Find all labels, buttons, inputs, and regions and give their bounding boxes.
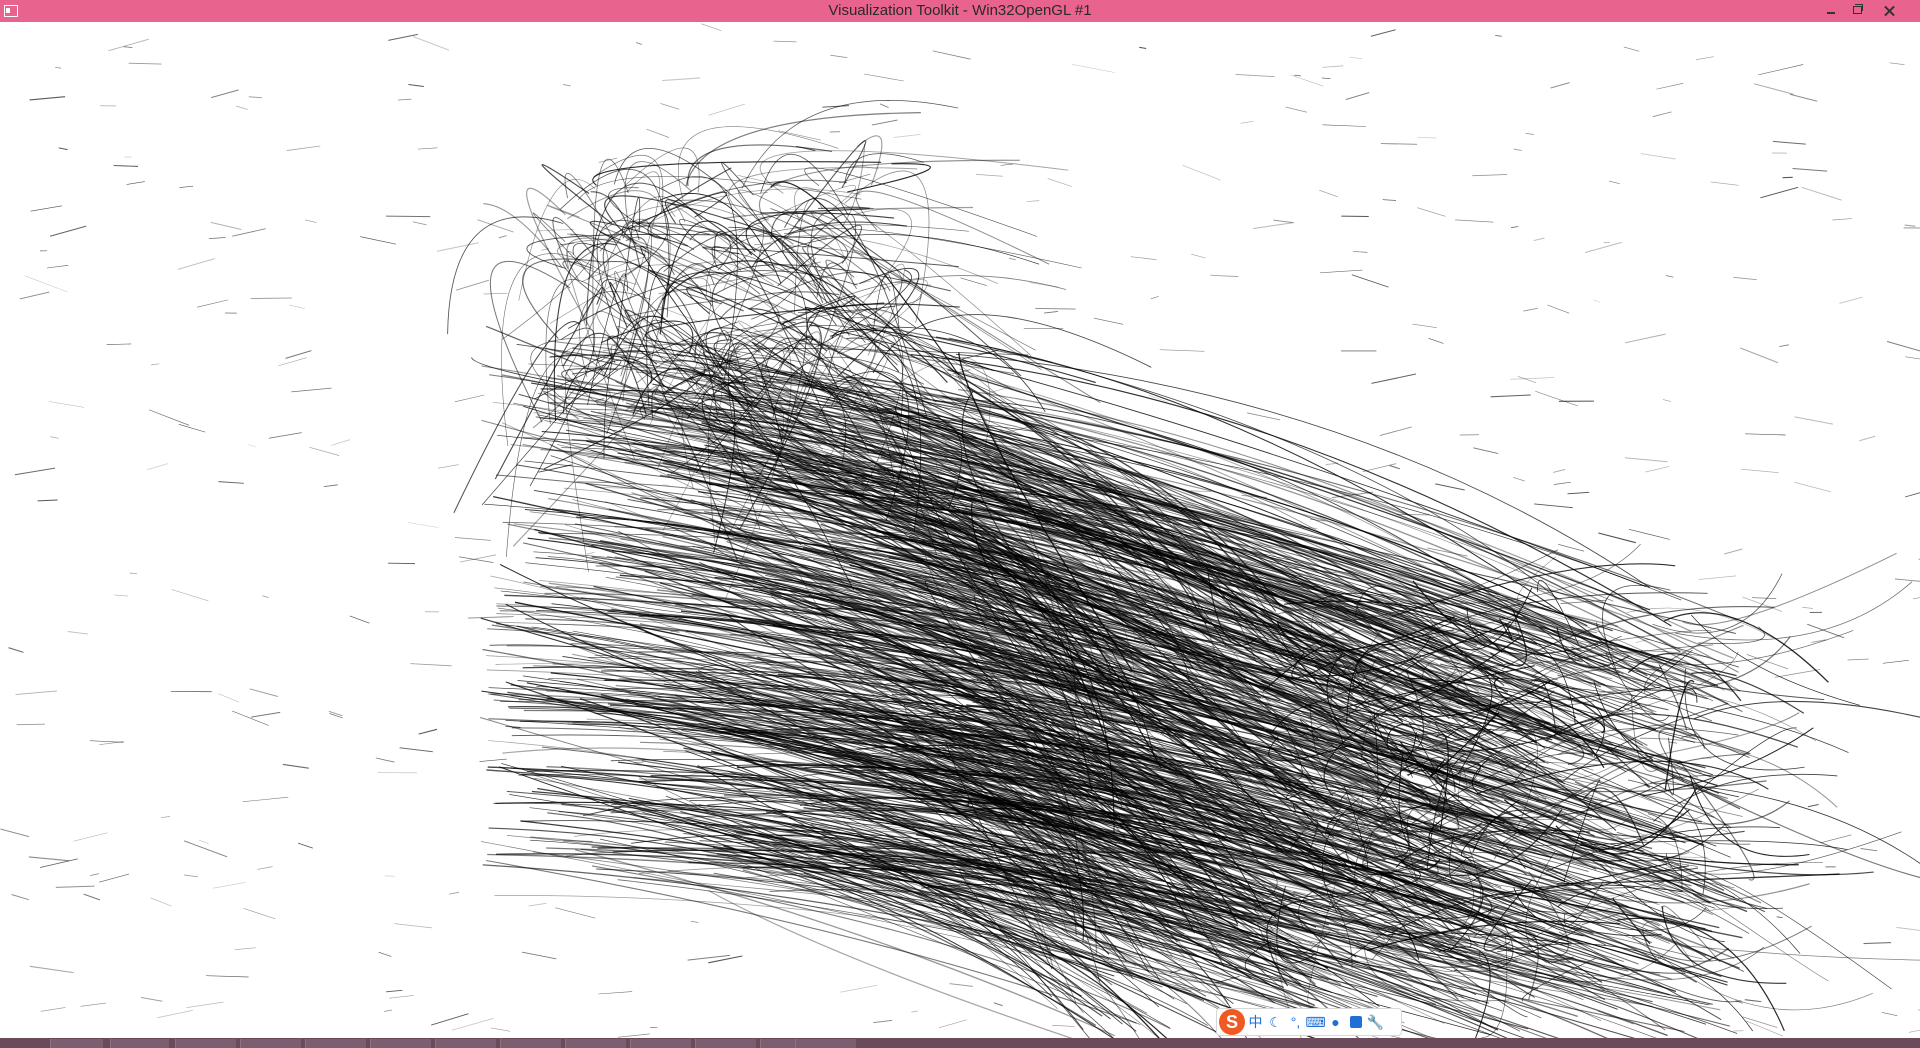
streamline-render (0, 23, 1920, 1038)
taskbar-button[interactable] (305, 1039, 366, 1048)
taskbar-button[interactable] (500, 1039, 561, 1048)
window-title: Visualization Toolkit - Win32OpenGL #1 (828, 2, 1092, 19)
wrench-icon[interactable]: 🔧 (1366, 1012, 1385, 1032)
taskbar-button[interactable] (240, 1039, 301, 1048)
taskbar-button[interactable] (110, 1039, 169, 1048)
taskbar-button[interactable] (175, 1039, 236, 1048)
moon-icon[interactable]: ☾ (1266, 1012, 1285, 1032)
taskbar-button[interactable] (370, 1039, 431, 1048)
ime-mode-label[interactable]: 中 (1246, 1012, 1265, 1032)
taskbar-button[interactable] (630, 1039, 691, 1048)
render-viewport[interactable] (0, 22, 1920, 1038)
ime-logo-icon[interactable]: S (1219, 1009, 1245, 1035)
taskbar-button[interactable] (795, 1039, 856, 1048)
title-bar[interactable]: Visualization Toolkit - Win32OpenGL #1 (0, 0, 1920, 22)
taskbar-button[interactable] (565, 1039, 626, 1048)
taskbar-button[interactable] (695, 1039, 756, 1048)
user-icon[interactable]: ● (1326, 1012, 1345, 1032)
taskbar (0, 1038, 1920, 1048)
close-icon[interactable] (1870, 0, 1910, 22)
punctuation-icon[interactable]: °, (1286, 1012, 1305, 1032)
keyboard-icon[interactable]: ⌨ (1305, 1012, 1325, 1032)
taskbar-button[interactable] (435, 1039, 496, 1048)
shirt-icon[interactable] (1346, 1012, 1365, 1032)
minimize-icon[interactable] (1818, 0, 1844, 22)
restore-icon[interactable] (1844, 0, 1870, 22)
ime-toolbar[interactable]: S 中 ☾ °, ⌨ ● 🔧 (1216, 1008, 1402, 1036)
taskbar-button[interactable] (50, 1039, 103, 1048)
